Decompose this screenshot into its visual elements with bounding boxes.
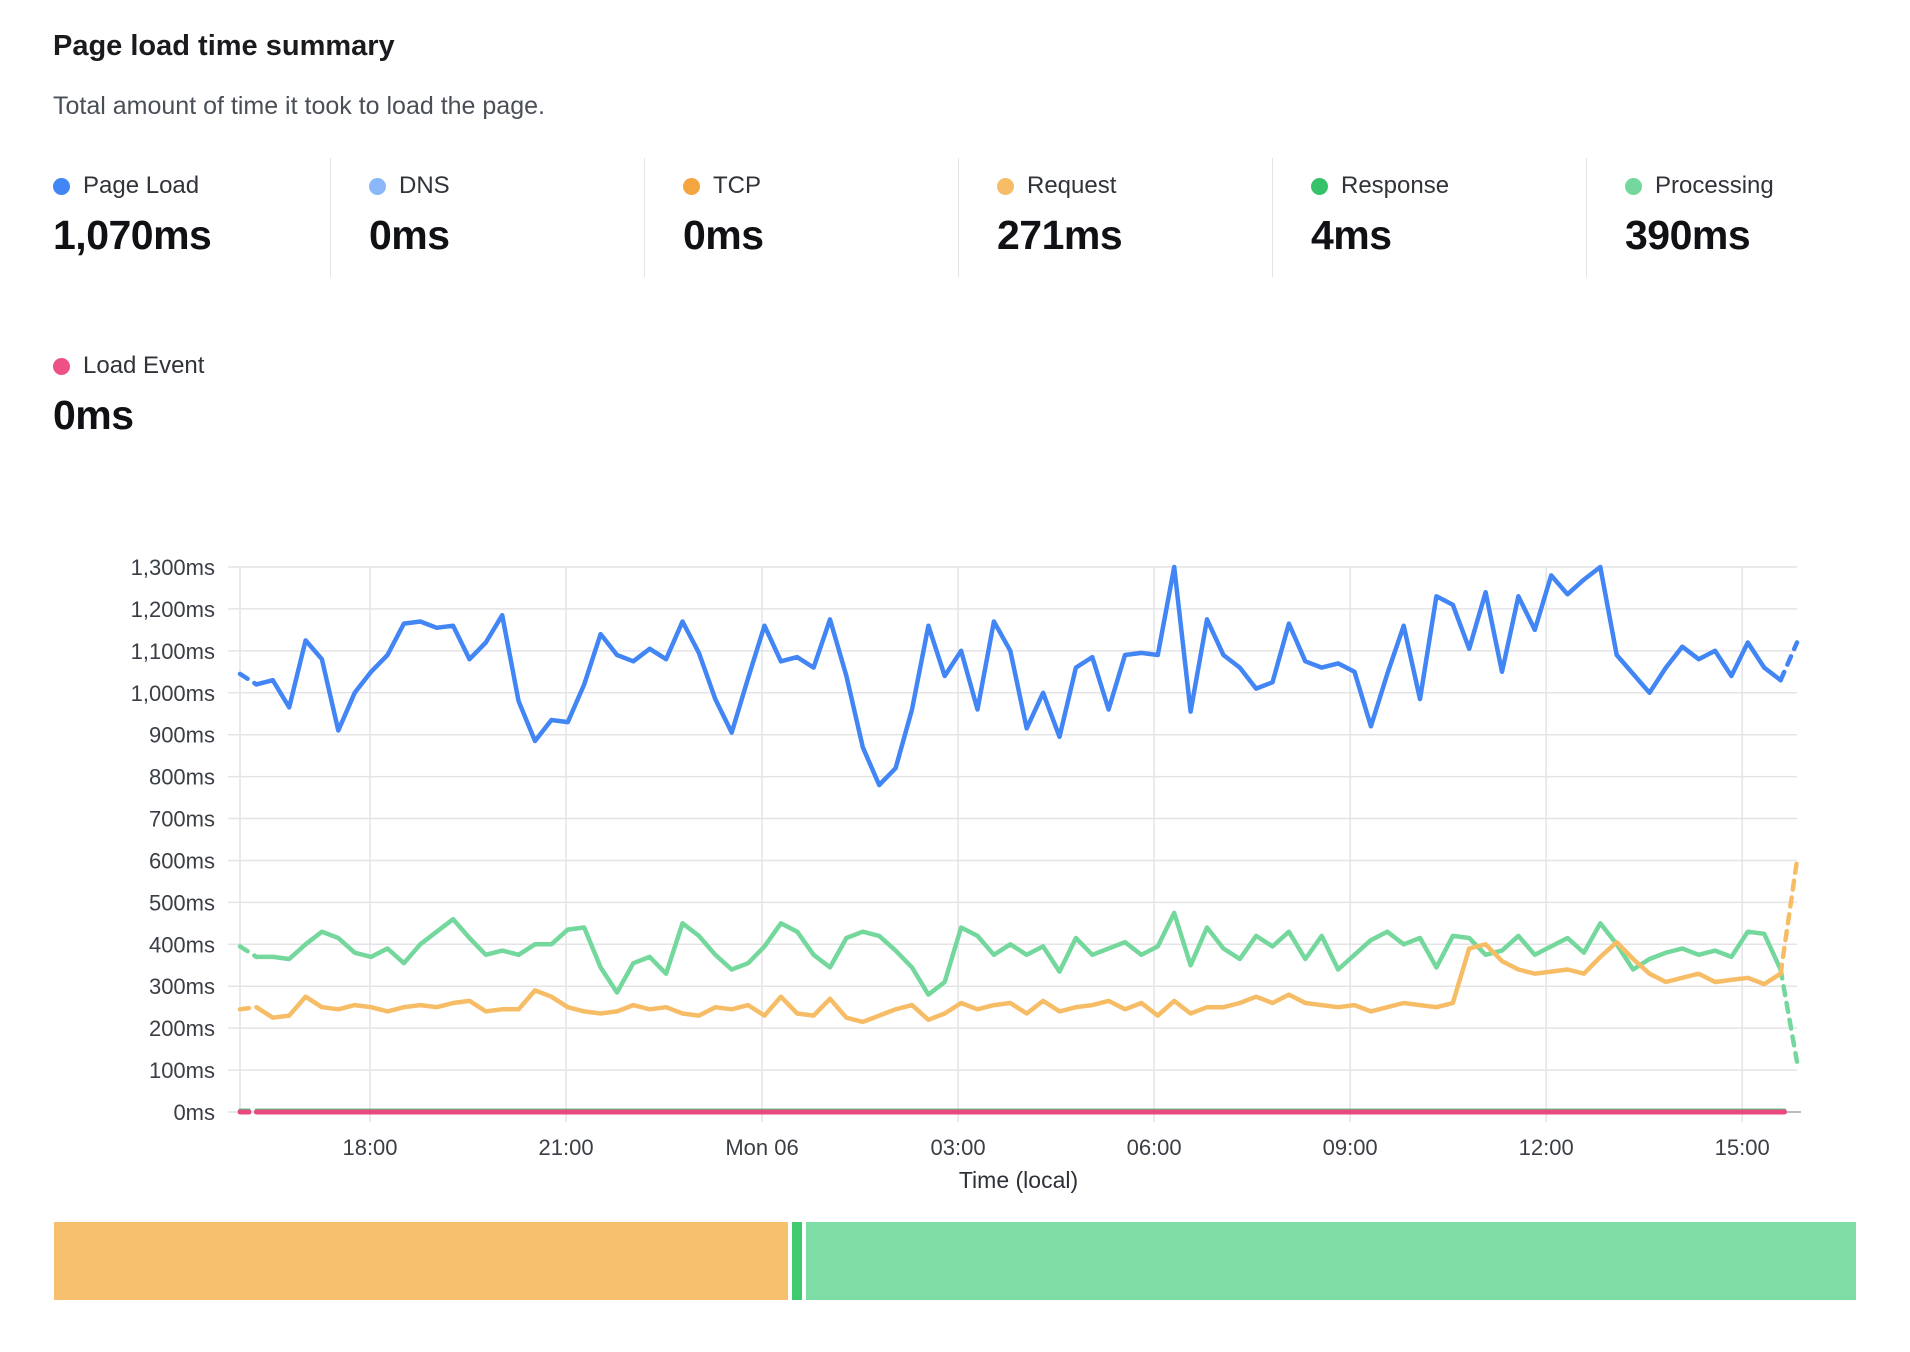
page-load-legend-dot: [53, 178, 70, 195]
stat-value: 0ms: [53, 392, 204, 439]
x-tick-label: Mon 06: [725, 1135, 798, 1160]
x-axis-label: Time (local): [959, 1167, 1078, 1193]
page: Page load time summary Total amount of t…: [0, 0, 1910, 1352]
series-line-page-load: [240, 674, 256, 685]
series-line-processing: [1781, 970, 1797, 1062]
stats-row: Page Load 1,070ms DNS 0ms TCP 0ms Reques…: [53, 158, 1900, 277]
stat-label: Response: [1341, 172, 1449, 200]
dns-legend-dot: [369, 178, 386, 195]
x-tick-label: 21:00: [539, 1135, 594, 1160]
page-subtitle: Total amount of time it took to load the…: [53, 92, 545, 121]
y-tick-label: 1,300ms: [131, 555, 215, 580]
x-tick-label: 06:00: [1127, 1135, 1182, 1160]
stat-value: 271ms: [997, 212, 1272, 259]
series-line-page-load: [1781, 643, 1797, 681]
stat-label: TCP: [713, 172, 761, 200]
response-legend-dot: [1311, 178, 1328, 195]
y-tick-label: 700ms: [149, 807, 215, 832]
y-tick-label: 0ms: [173, 1100, 215, 1125]
y-tick-label: 300ms: [149, 974, 215, 999]
timeline-segment-passing-sliver[interactable]: [792, 1222, 802, 1300]
y-tick-label: 1,100ms: [131, 639, 215, 664]
stat-value: 0ms: [369, 212, 644, 259]
x-tick-label: 12:00: [1519, 1135, 1574, 1160]
y-tick-label: 100ms: [149, 1058, 215, 1083]
y-tick-label: 800ms: [149, 765, 215, 790]
x-tick-label: 09:00: [1323, 1135, 1378, 1160]
stat-value: 4ms: [1311, 212, 1586, 259]
stat-response: Response 4ms: [1272, 158, 1586, 277]
y-tick-label: 1,000ms: [131, 681, 215, 706]
stat-label: Request: [1027, 172, 1116, 200]
y-tick-label: 400ms: [149, 932, 215, 957]
load-event-legend-dot: [53, 358, 70, 375]
stat-page-load: Page Load 1,070ms: [53, 158, 330, 277]
y-tick-label: 200ms: [149, 1016, 215, 1041]
y-tick-label: 1,200ms: [131, 597, 215, 622]
series-line-request: [1781, 861, 1797, 974]
stat-tcp: TCP 0ms: [644, 158, 958, 277]
stat-value: 0ms: [683, 212, 958, 259]
stat-label: Load Event: [83, 352, 204, 380]
request-legend-dot: [997, 178, 1014, 195]
series-line-request: [240, 1007, 256, 1009]
x-tick-label: 15:00: [1715, 1135, 1770, 1160]
y-tick-label: 600ms: [149, 848, 215, 873]
stat-processing: Processing 390ms: [1586, 158, 1900, 277]
series-line-page-load: [256, 567, 1780, 785]
stat-label: Processing: [1655, 172, 1774, 200]
page-title: Page load time summary: [53, 30, 395, 63]
timeline-segment-passing[interactable]: [806, 1222, 1856, 1300]
stat-value: 390ms: [1625, 212, 1900, 259]
stat-load-event: Load Event 0ms: [53, 338, 204, 457]
x-tick-label: 03:00: [931, 1135, 986, 1160]
load-time-chart: 0ms 100ms 200ms 300ms 400ms 500ms 600ms 700ms 80…: [0, 540, 1910, 1240]
stat-label: DNS: [399, 172, 450, 200]
stats-row-2: Load Event 0ms: [53, 338, 204, 457]
y-tick-label: 500ms: [149, 890, 215, 915]
stat-dns: DNS 0ms: [330, 158, 644, 277]
timeline-segment-degraded[interactable]: [54, 1222, 788, 1300]
stat-value: 1,070ms: [53, 212, 330, 259]
series-line-processing: [256, 913, 1780, 995]
tcp-legend-dot: [683, 178, 700, 195]
stat-request: Request 271ms: [958, 158, 1272, 277]
series-line-processing: [240, 946, 256, 957]
stat-label: Page Load: [83, 172, 199, 200]
processing-legend-dot: [1625, 178, 1642, 195]
x-tick-label: 18:00: [342, 1135, 397, 1160]
status-timeline-bar: [54, 1222, 1856, 1300]
y-tick-label: 900ms: [149, 723, 215, 748]
